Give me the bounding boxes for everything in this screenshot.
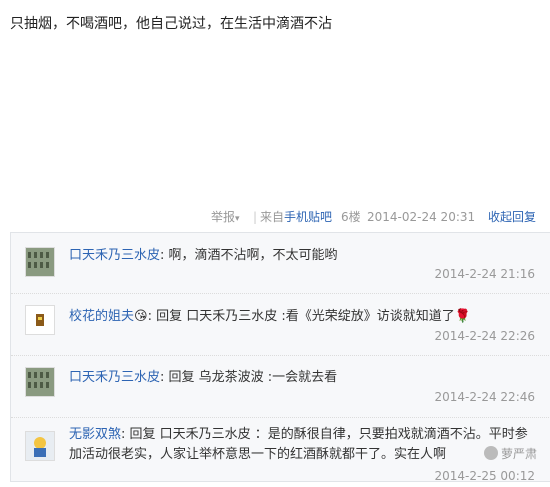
reply-time: 2014-2-24 22:46 (434, 390, 536, 404)
colon: : (121, 427, 130, 442)
chevron-down-icon: ▾ (235, 214, 240, 224)
avatar-image (26, 432, 54, 460)
from-source: 来自手机贴吧 (260, 206, 332, 228)
avatar[interactable] (25, 247, 55, 277)
avatar-image (26, 306, 54, 334)
reply-content: 回复 乌龙茶波波 :一会就去看 (168, 370, 338, 385)
reply-time: 2014-2-24 21:16 (434, 267, 536, 281)
avatar-image (26, 248, 54, 276)
emoji-icon: 😘 (134, 309, 148, 324)
reply-line: 口天禾乃三水皮: 啊，滴酒不沾啊，不太可能哟 (69, 246, 539, 266)
reply-time: 2014-2-25 00:12 (434, 469, 536, 483)
reply-line: 口天禾乃三水皮: 回复 乌龙茶波波 :一会就去看 (69, 368, 539, 388)
reply-content: 回复 口天禾乃三水皮 :看《光荣绽放》访谈就知道了 (156, 309, 455, 324)
post-text: 只抽烟，不喝酒吧，他自己说过，在生活中滴酒不沾 (10, 16, 332, 32)
avatar[interactable] (25, 367, 55, 397)
from-client-link[interactable]: 手机贴吧 (284, 210, 332, 224)
post-time: 2014-02-24 20:31 (367, 210, 476, 224)
reply-content: 啊，滴酒不沾啊，不太可能哟 (168, 248, 338, 263)
collapse-replies-button[interactable]: 收起回复 (488, 206, 536, 228)
floor-number: 6楼 (341, 210, 361, 224)
username-link[interactable]: 口天禾乃三水皮 (69, 248, 160, 263)
reply-time: 2014-2-24 22:26 (434, 329, 536, 343)
watermark: 萝严肃 (484, 445, 537, 462)
report-link[interactable]: 举报▾ (211, 206, 240, 230)
avatar[interactable] (25, 431, 55, 461)
rose-icon: 🌹 (454, 309, 471, 324)
username-link[interactable]: 口天禾乃三水皮 (69, 370, 160, 385)
list-item: 校花的姐夫😘: 回复 口天禾乃三水皮 :看《光荣绽放》访谈就知道了🌹 2014-… (11, 293, 550, 356)
username-link[interactable]: 校花的姐夫 (69, 309, 134, 324)
list-item: 口天禾乃三水皮: 啊，滴酒不沾啊，不太可能哟 2014-2-24 21:16 (11, 233, 550, 294)
username-link[interactable]: 无影双煞 (69, 427, 121, 442)
avatar[interactable] (25, 305, 55, 335)
from-prefix: 来自 (260, 210, 285, 224)
watermark-logo-icon (484, 446, 498, 460)
reply-content: 回复 口天禾乃三水皮 ：是的酥很自律，只要拍戏就滴酒不沾。平时参加活动很老实，人… (69, 427, 528, 462)
watermark-text: 萝严肃 (501, 447, 538, 461)
avatar-image (26, 368, 54, 396)
colon: : (160, 370, 169, 385)
list-item: 无影双煞: 回复 口天禾乃三水皮 ：是的酥很自律，只要拍戏就滴酒不沾。平时参加活… (11, 417, 550, 487)
reply-line: 无影双煞: 回复 口天禾乃三水皮 ：是的酥很自律，只要拍戏就滴酒不沾。平时参加活… (69, 425, 539, 465)
separator: | (253, 210, 258, 224)
list-item: 口天禾乃三水皮: 回复 乌龙茶波波 :一会就去看 2014-2-24 22:46 (11, 355, 550, 418)
post-footer: 举报▾ | 来自手机贴吧 6楼 2014-02-24 20:31 收起回复 (0, 206, 550, 228)
colon: : (147, 309, 157, 324)
report-label: 举报 (211, 210, 236, 224)
reply-line: 校花的姐夫😘: 回复 口天禾乃三水皮 :看《光荣绽放》访谈就知道了🌹 (69, 307, 539, 327)
colon: : (160, 248, 169, 263)
reply-list: 口天禾乃三水皮: 啊，滴酒不沾啊，不太可能哟 2014-2-24 21:16 校… (10, 232, 550, 483)
